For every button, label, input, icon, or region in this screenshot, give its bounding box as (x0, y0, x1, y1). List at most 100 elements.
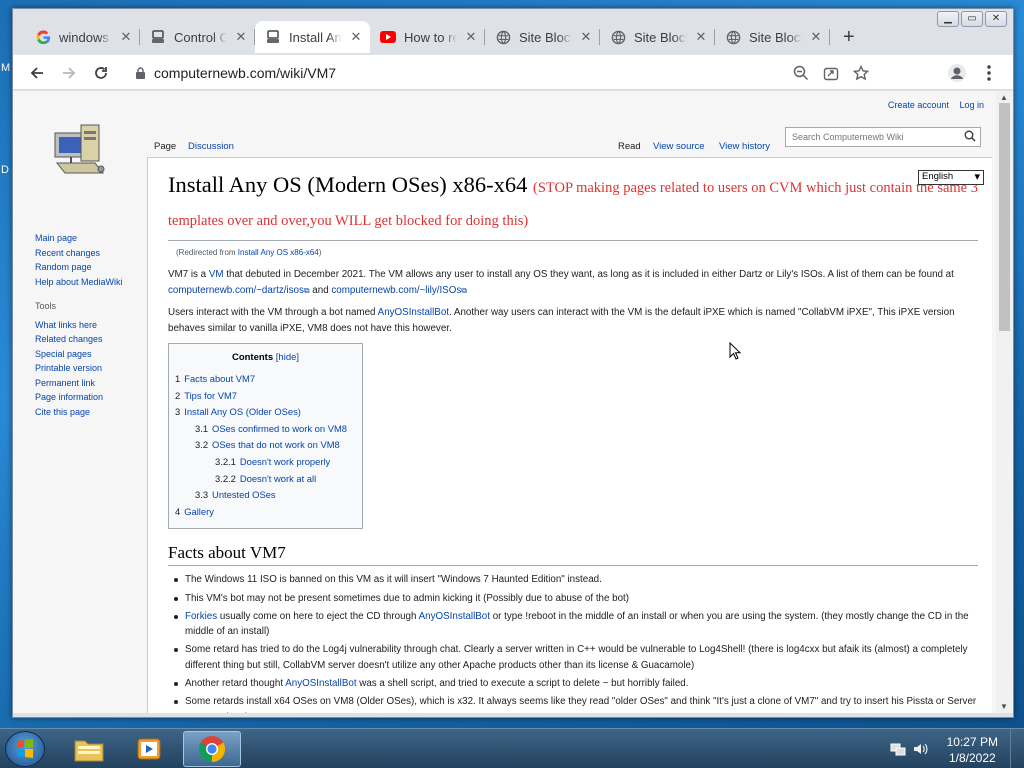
toc-title-text: Contents (231, 352, 274, 364)
new-tab-button[interactable]: + (843, 26, 855, 49)
sidebar-item-recent-changes[interactable]: Recent changes (35, 246, 123, 261)
forkies-link[interactable]: Forkies (185, 611, 217, 622)
anyosinstallbot-link[interactable]: AnyOSInstallBot (285, 678, 356, 689)
tab-install-any-os[interactable]: Install An ✕ (255, 21, 370, 53)
collabvm-icon (265, 29, 281, 45)
show-desktop-button[interactable] (1010, 729, 1024, 768)
sidebar-item-help[interactable]: Help about MediaWiki (35, 275, 123, 290)
bookmark-star-icon[interactable] (853, 65, 869, 81)
tab-read[interactable]: Read (618, 141, 641, 152)
scroll-down-icon[interactable]: ▼ (1000, 702, 1008, 711)
sidebar-item-printable-version[interactable]: Printable version (35, 361, 123, 376)
text: Users interact with the VM through a bot… (168, 307, 378, 319)
page-scrollbar[interactable]: ▲ ▼ (996, 91, 1013, 713)
clock[interactable]: 10:27 PM 1/8/2022 (947, 734, 998, 766)
back-button[interactable] (25, 61, 49, 85)
toc-item[interactable]: 3 Install Any OS (Older OSes) (175, 404, 356, 421)
minimize-button[interactable]: ▁ (937, 11, 959, 27)
sidebar-item-page-information[interactable]: Page information (35, 390, 123, 405)
toc-item[interactable]: 3.2.2 Doesn't work at all (175, 471, 356, 488)
toc-item[interactable]: 3.3 Untested OSes (175, 487, 356, 504)
toc-item[interactable]: 2 Tips for VM7 (175, 388, 356, 405)
tab-title: Control C (174, 29, 227, 45)
volume-icon[interactable] (912, 741, 928, 757)
create-account-link[interactable]: Create account (888, 100, 949, 110)
sidebar-item-related-changes[interactable]: Related changes (35, 332, 123, 347)
redirect-prefix: (Redirected from (176, 248, 238, 257)
close-icon[interactable]: ✕ (348, 29, 364, 45)
start-button[interactable] (5, 731, 45, 767)
vm-link[interactable]: VM (209, 269, 224, 280)
taskbar-chrome[interactable] (183, 731, 241, 767)
tab-windows[interactable]: windows ✕ (25, 21, 140, 53)
tab-view-source[interactable]: View source (653, 141, 705, 152)
lily-isos-link[interactable]: computernewb.com/~lily/ISOs (331, 285, 461, 296)
zoom-icon[interactable] (793, 65, 809, 81)
sidebar-item-permanent-link[interactable]: Permanent link (35, 376, 123, 391)
maximize-button[interactable]: ▭ (961, 11, 983, 27)
list-item: This VM's bot may not be present sometim… (174, 591, 978, 607)
tab-site-block-2[interactable]: Site Block ✕ (600, 21, 715, 53)
text: that debuted in December 2021. The VM al… (223, 269, 954, 280)
url-text: computernewb.com/wiki/VM7 (154, 65, 337, 81)
forward-button[interactable] (57, 61, 81, 85)
sidebar-item-random-page[interactable]: Random page (35, 260, 123, 275)
tab-page[interactable]: Page (154, 141, 176, 152)
system-tray: 10:27 PM 1/8/2022 (874, 729, 1024, 768)
close-icon[interactable]: ✕ (808, 29, 824, 45)
dartz-isos-link[interactable]: computernewb.com/~dartz/isos (168, 285, 304, 296)
tab-view-history[interactable]: View history (719, 141, 770, 152)
site-logo[interactable] (51, 119, 111, 185)
profile-button[interactable] (945, 61, 969, 85)
tab-site-block-3[interactable]: Site Block ✕ (715, 21, 830, 53)
redirect-suffix: ) (318, 248, 322, 257)
globe-icon (725, 29, 741, 45)
close-icon[interactable]: ✕ (233, 29, 249, 45)
tab-site-block-1[interactable]: Site Block ✕ (485, 21, 600, 53)
log-in-link[interactable]: Log in (959, 100, 984, 110)
close-button[interactable]: ✕ (985, 11, 1007, 27)
toc-number: 1 (175, 372, 181, 384)
toc-item[interactable]: 3.2.1 Doesn't work properly (175, 454, 356, 471)
text: was a shell script, and tried to execute… (356, 678, 689, 690)
close-icon[interactable]: ✕ (118, 29, 134, 45)
network-icon[interactable] (890, 741, 906, 757)
anyosinstallbot-link[interactable]: AnyOSInstallBot (378, 307, 449, 318)
toc-item[interactable]: 4 Gallery (175, 504, 356, 521)
reload-icon (95, 67, 107, 79)
collabvm-icon (150, 29, 166, 45)
toc-number: 3.3 (195, 489, 209, 501)
scrollbar-thumb[interactable] (999, 103, 1010, 331)
search-icon[interactable] (964, 130, 976, 142)
search-placeholder: Search Computernewb Wiki (792, 132, 904, 142)
toc-item[interactable]: 1 Facts about VM7 (175, 371, 356, 388)
anyosinstallbot-link[interactable]: AnyOSInstallBot (419, 611, 490, 622)
table-of-contents: Contents [hide] 1 Facts about VM7 2 Tips f… (168, 343, 363, 530)
toc-text: Tips for VM7 (184, 389, 238, 401)
sidebar-item-cite-this-page[interactable]: Cite this page (35, 405, 123, 420)
sidebar-item-special-pages[interactable]: Special pages (35, 347, 123, 362)
sidebar-item-main-page[interactable]: Main page (35, 231, 123, 246)
close-icon[interactable]: ✕ (463, 29, 479, 45)
redirect-link[interactable]: Install Any OS x86-x64 (238, 248, 319, 257)
taskbar-media-player[interactable] (120, 731, 178, 767)
scroll-up-icon[interactable]: ▲ (1000, 93, 1008, 102)
toc-text: OSes confirmed to work on VM8 (212, 422, 347, 434)
address-bar[interactable]: computernewb.com/wiki/VM7 (125, 58, 881, 88)
tab-youtube[interactable]: How to re ✕ (370, 21, 485, 53)
share-icon[interactable] (823, 65, 839, 81)
toc-hide-link[interactable]: [hide] (276, 352, 299, 363)
toc-item[interactable]: 3.2 OSes that do not work on VM8 (175, 437, 356, 454)
close-icon[interactable]: ✕ (693, 29, 709, 45)
wiki-search-input[interactable]: Search Computernewb Wiki (785, 127, 981, 147)
menu-button[interactable] (977, 61, 1001, 85)
sidebar-item-what-links-here[interactable]: What links here (35, 318, 123, 333)
tab-discussion[interactable]: Discussion (188, 141, 234, 152)
wiki-page: Create account Log in Main page Recent c… (13, 91, 996, 713)
tab-control[interactable]: Control C ✕ (140, 21, 255, 53)
toc-item[interactable]: 3.1 OSes confirmed to work on VM8 (175, 421, 356, 438)
taskbar-explorer[interactable] (60, 731, 118, 767)
language-select[interactable]: English (918, 170, 984, 185)
reload-button[interactable] (89, 61, 113, 85)
close-icon[interactable]: ✕ (578, 29, 594, 45)
